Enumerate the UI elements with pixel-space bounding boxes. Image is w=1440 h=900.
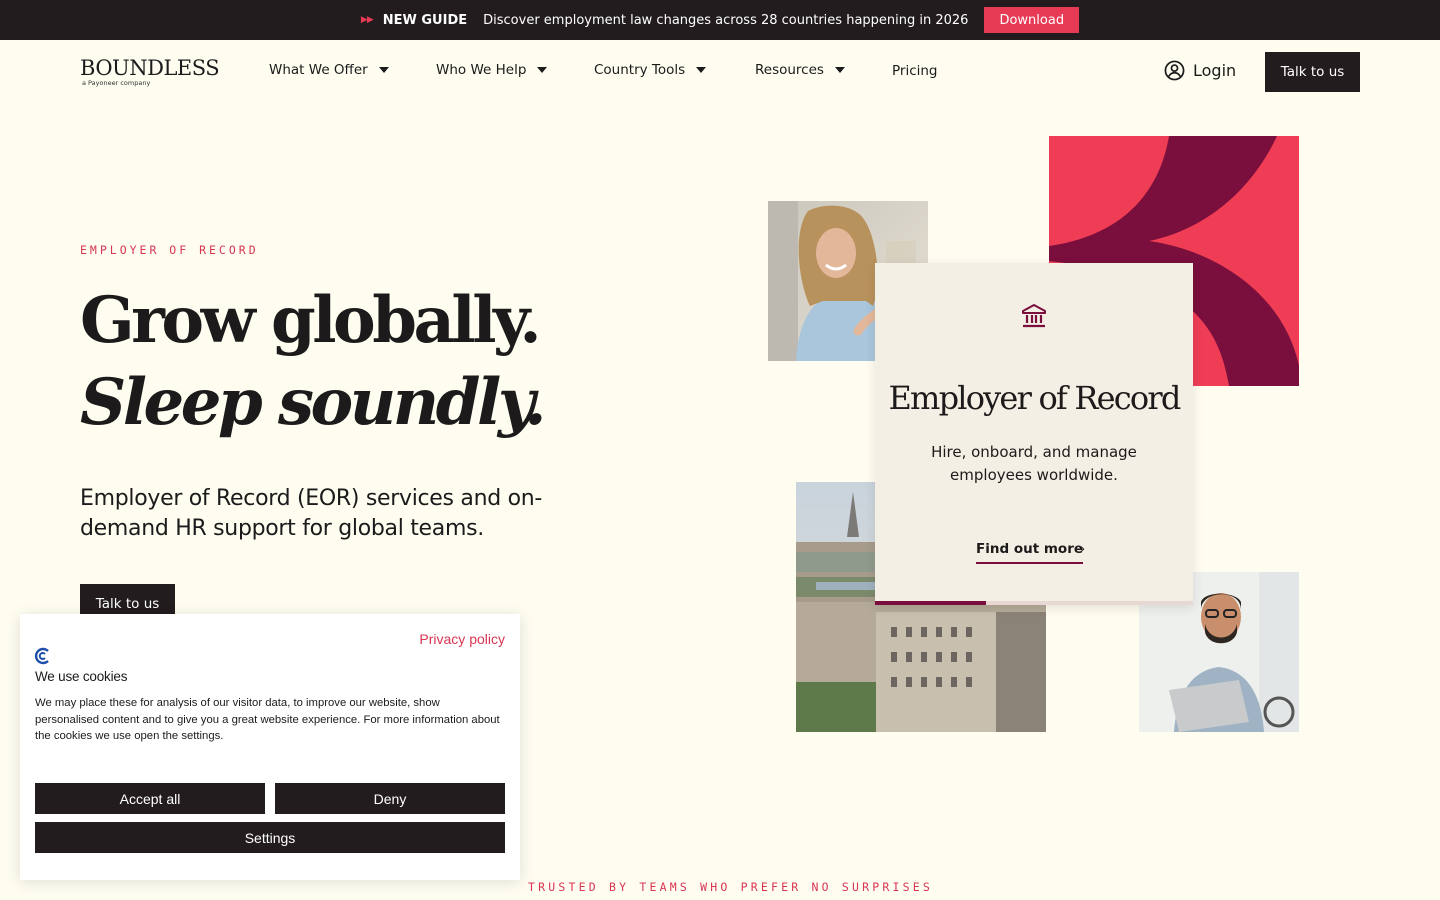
headline-line-1: Grow globally. [80,283,542,358]
hero-eyebrow: EMPLOYER OF RECORD [80,243,259,257]
login-link[interactable]: Login [1164,60,1236,81]
chevron-right-icon[interactable]: › [1080,542,1085,557]
login-label: Login [1193,61,1237,80]
card-title: Employer of Record [888,379,1181,417]
nav-label: What We Offer [269,62,368,78]
nav-who-we-help[interactable]: Who We Help [436,62,548,78]
announcement-bar: ▶▶ NEW GUIDE Discover employment law cha… [0,0,1440,40]
caret-down-icon [834,67,845,73]
employer-of-record-card: Employer of Record Hire, onboard, and ma… [875,263,1193,605]
carousel-progress-fill [875,601,987,605]
cookie-body-text: We may place these for analysis of our v… [35,697,500,742]
main-nav: BOUNDLESS a Payoneer company What We Off… [0,40,1440,104]
logo-subtitle: a Payoneer company [82,79,151,87]
user-circle-icon [1164,60,1185,81]
cookie-consent-banner: Privacy policy We use cookies We may pla… [20,614,520,880]
card-description: Hire, onboard, and manage employees worl… [931,443,1137,484]
headline-line-2: Sleep soundly. [80,365,546,440]
find-out-more-link[interactable]: Find out more [976,541,1084,564]
privacy-policy-link[interactable]: Privacy policy [419,631,505,647]
nav-label: Resources [755,62,824,78]
download-guide-button[interactable]: Download [984,7,1080,33]
nav-resources[interactable]: Resources [755,62,845,78]
logo-wordmark: BOUNDLESS [80,56,220,80]
caret-down-icon [378,67,389,73]
hero-headline: Grow globally. Sleep soundly. [80,280,546,444]
announcement-message: Discover employment law changes across 2… [483,12,969,28]
carousel-progress-bar [875,601,1193,605]
consent-logo-icon [34,647,49,665]
settings-button[interactable]: Settings [35,822,505,853]
caret-down-icon [696,67,707,73]
trusted-by-heading: TRUSTED BY TEAMS WHO PREFER NO SURPRISES [528,880,933,894]
deny-button[interactable]: Deny [275,783,505,814]
boundless-logo[interactable]: BOUNDLESS a Payoneer company [80,56,220,87]
bank-icon [1022,304,1046,328]
nav-label: Pricing [892,63,938,79]
nav-what-we-offer[interactable]: What We Offer [269,62,389,78]
nav-label: Who We Help [436,62,527,78]
hero-lead: Employer of Record (EOR) services and on… [80,486,543,541]
talk-to-us-nav-button[interactable]: Talk to us [1265,52,1360,92]
nav-label: Country Tools [594,62,686,78]
nav-country-tools[interactable]: Country Tools [594,62,707,78]
accept-all-button[interactable]: Accept all [35,783,265,814]
announcement-tag: NEW GUIDE [382,12,468,28]
nav-pricing[interactable]: Pricing [892,63,938,79]
caret-down-icon [537,67,548,73]
cookie-heading: We use cookies [35,669,128,684]
double-arrow-icon: ▶▶ [360,15,374,25]
